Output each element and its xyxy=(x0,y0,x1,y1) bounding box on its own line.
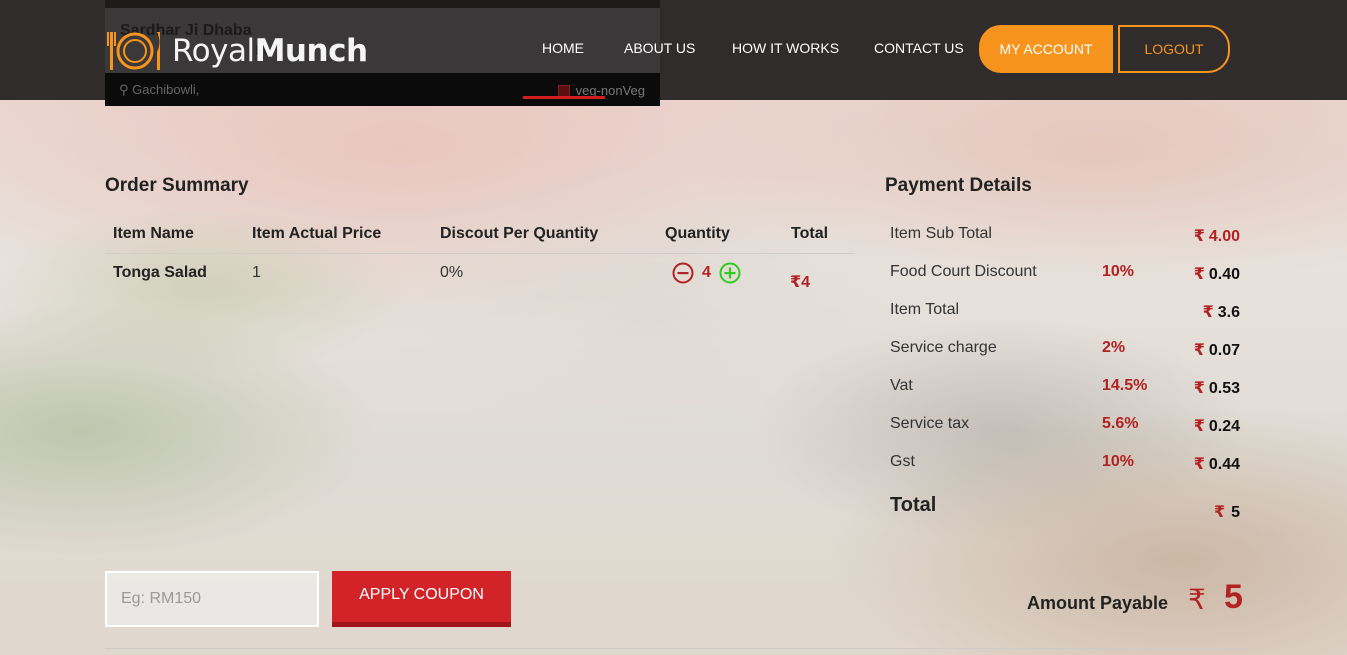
payment-amount-value: 0.53 xyxy=(1208,380,1240,397)
nav-contact-us[interactable]: CONTACT US xyxy=(874,40,964,56)
payment-amount-value: 0.44 xyxy=(1208,456,1240,473)
column-header-item-name: Item Name xyxy=(113,225,194,242)
payment-amount: ₹0.53 xyxy=(1194,378,1240,398)
payment-amount-value: 3.6 xyxy=(1217,304,1240,321)
logo-text: RoyalMunch xyxy=(172,33,368,69)
rupee-icon: ₹ xyxy=(1193,456,1205,473)
payment-percent: 2% xyxy=(1102,339,1126,356)
payment-percent: 10% xyxy=(1102,263,1135,280)
rupee-icon: ₹ xyxy=(1193,342,1205,359)
column-header-discount: Discout Per Quantity xyxy=(440,225,599,242)
quantity-value: 4 xyxy=(702,264,711,281)
rupee-icon: ₹ xyxy=(1188,584,1206,615)
amount-payable-label: Amount Payable xyxy=(1027,593,1169,613)
item-total: ₹4 xyxy=(790,274,811,291)
location-pin-icon: ⚲ xyxy=(119,82,129,97)
my-account-button[interactable]: MY ACCOUNT xyxy=(979,25,1113,73)
column-header-quantity: Quantity xyxy=(665,225,730,242)
popup-info-bar: ⚲ Gachibowli, veg-nonVeg xyxy=(105,73,660,106)
quantity-stepper: 4 xyxy=(672,262,741,284)
order-summary-title: Order Summary xyxy=(105,175,249,196)
logo[interactable]: RoyalMunch xyxy=(106,28,368,74)
logo-royal: Royal xyxy=(172,33,255,69)
payment-amount: ₹0.44 xyxy=(1194,454,1240,474)
location-text: Gachibowli, xyxy=(132,82,200,97)
payment-label: Item Total xyxy=(890,301,960,318)
nav-home[interactable]: HOME xyxy=(542,40,584,56)
payment-amount-value: 0.07 xyxy=(1208,342,1240,359)
payment-label: Item Sub Total xyxy=(890,225,992,242)
payment-amount-value: 0.24 xyxy=(1208,418,1240,435)
payment-amount: ₹0.40 xyxy=(1194,264,1240,284)
payment-total-amount: ₹5 xyxy=(1214,502,1240,522)
logo-munch: Munch xyxy=(254,33,368,69)
item-name: Tonga Salad xyxy=(113,264,207,281)
logout-button[interactable]: LOGOUT xyxy=(1118,25,1230,73)
restaurant-location: ⚲ Gachibowli, xyxy=(119,82,199,98)
payment-details-title: Payment Details xyxy=(885,175,1032,196)
payment-amount: ₹4.00 xyxy=(1194,226,1240,246)
popup-top-strip xyxy=(105,0,660,8)
payment-total-label: Total xyxy=(890,494,937,516)
payment-total-value: 5 xyxy=(1231,504,1240,521)
rupee-icon: ₹ xyxy=(1193,266,1205,283)
plus-circle-icon[interactable] xyxy=(719,262,741,284)
nav-how-it-works[interactable]: HOW IT WORKS xyxy=(732,40,839,56)
payment-label: Food Court Discount xyxy=(890,263,1037,280)
nav-about-us[interactable]: ABOUT US xyxy=(624,40,695,56)
apply-coupon-button[interactable]: APPLY COUPON xyxy=(332,571,511,627)
payment-label: Gst xyxy=(890,453,915,470)
payment-amount: ₹0.07 xyxy=(1194,340,1240,360)
payment-amount: ₹0.24 xyxy=(1194,416,1240,436)
amount-payable-value: 5 xyxy=(1224,578,1243,616)
rupee-icon: ₹ xyxy=(1213,504,1226,521)
rupee-icon: ₹ xyxy=(1193,418,1205,435)
food-type-underline xyxy=(523,96,605,99)
payment-label: Service tax xyxy=(890,415,970,432)
payment-amount-value: 0.40 xyxy=(1208,266,1240,283)
payment-percent: 14.5% xyxy=(1102,377,1148,394)
payment-amount: ₹3.6 xyxy=(1203,302,1240,322)
payment-label: Service charge xyxy=(890,339,997,356)
rupee-icon: ₹ xyxy=(1202,304,1214,321)
table-divider xyxy=(105,253,855,254)
payment-label: Vat xyxy=(890,377,913,394)
payment-amount-value: 4.00 xyxy=(1208,228,1240,245)
rupee-icon: ₹ xyxy=(1193,380,1205,397)
item-actual-price: 1 xyxy=(252,264,261,281)
minus-circle-icon[interactable] xyxy=(672,262,694,284)
payment-percent: 10% xyxy=(1102,453,1135,470)
coupon-input[interactable] xyxy=(105,571,319,627)
column-header-actual-price: Item Actual Price xyxy=(252,225,382,242)
payment-percent: 5.6% xyxy=(1102,415,1139,432)
column-header-total: Total xyxy=(791,225,829,242)
bottom-divider xyxy=(105,648,1245,649)
rupee-icon: ₹ xyxy=(1193,228,1205,245)
plate-cutlery-icon xyxy=(107,32,160,70)
item-discount: 0% xyxy=(440,264,464,281)
